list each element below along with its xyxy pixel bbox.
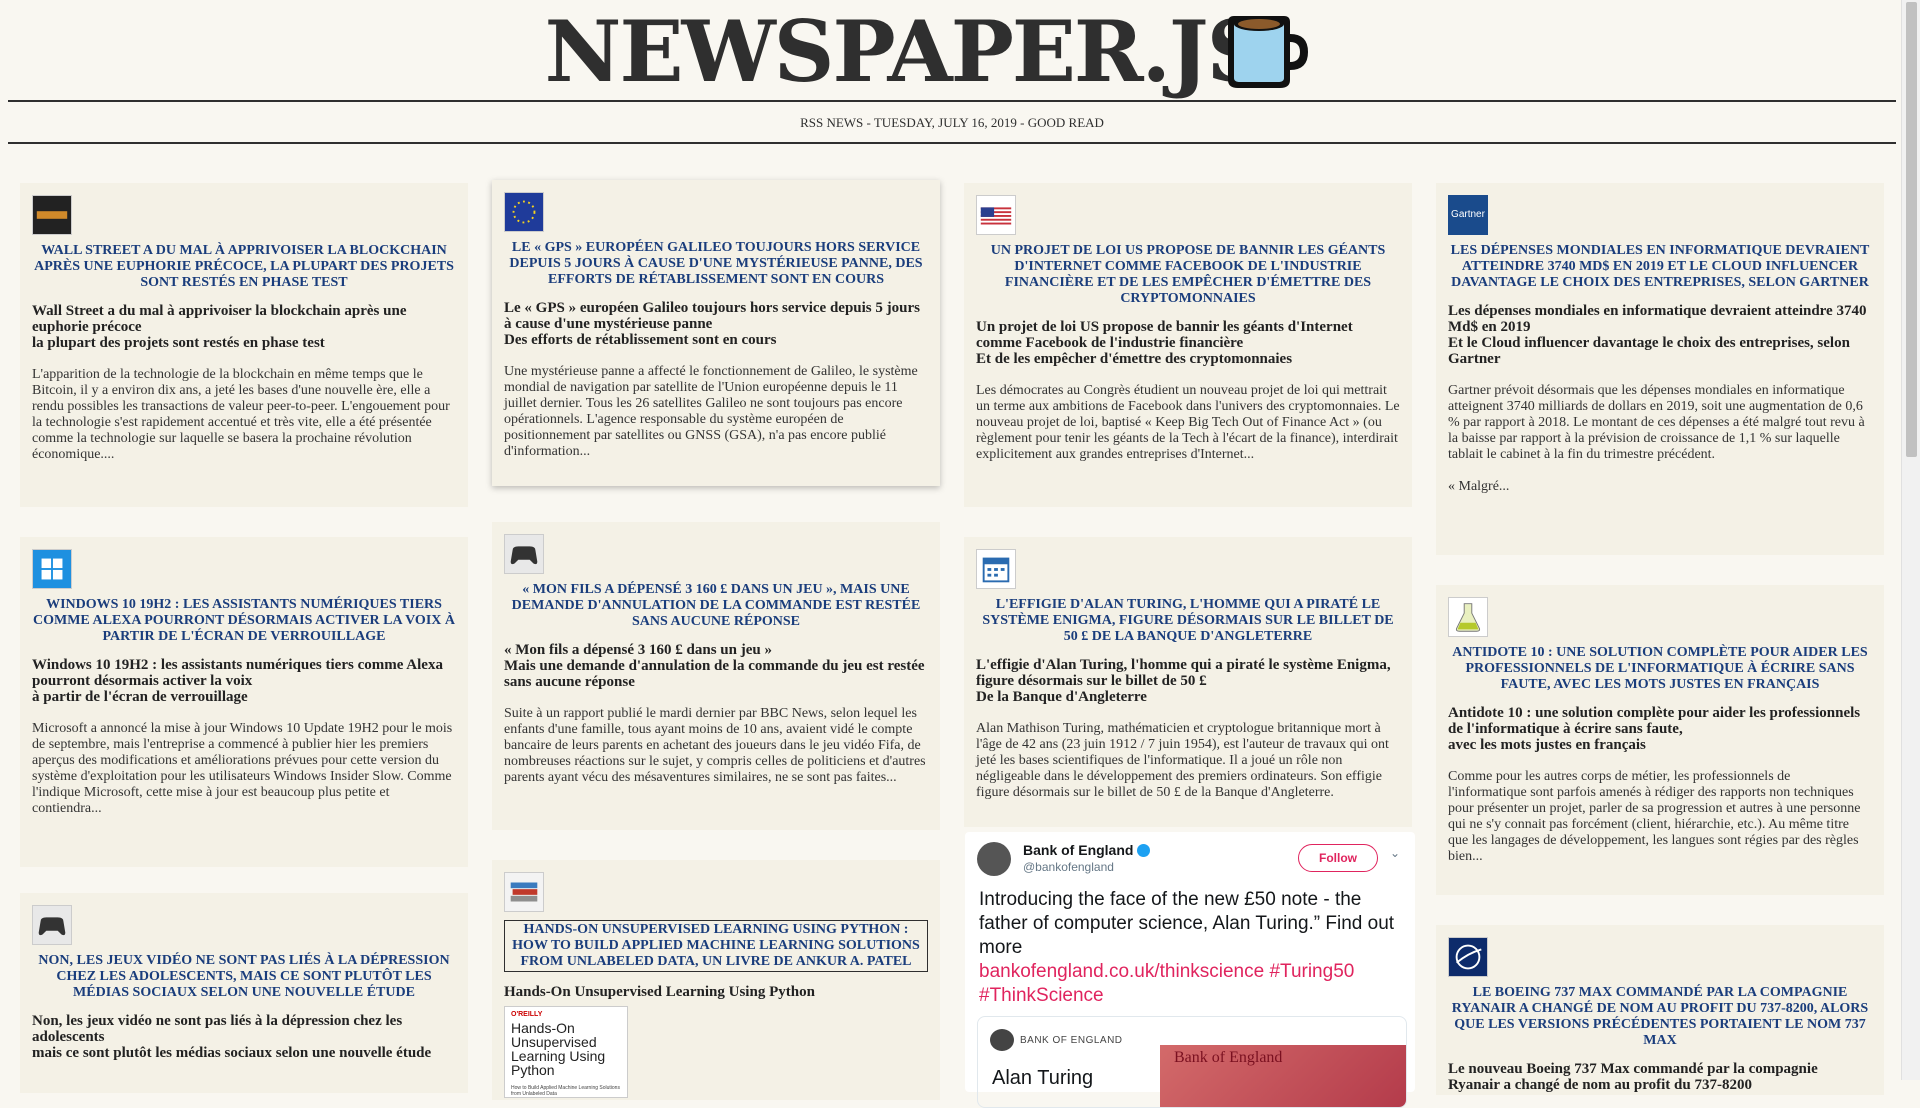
article-card[interactable]: NON, LES JEUX VIDÉO NE SONT PAS LIÉS À L… bbox=[20, 893, 468, 1093]
article-body: Gartner prévoit désormais que les dépens… bbox=[1448, 383, 1865, 462]
article-lead: Wall Street a du mal à apprivoiser la bl… bbox=[32, 303, 407, 351]
avatar[interactable] bbox=[977, 842, 1011, 876]
article-title[interactable]: « MON FILS A DÉPENSÉ 3 160 £ DANS UN JEU… bbox=[504, 582, 928, 630]
article-more: « Malgré... bbox=[1448, 479, 1510, 494]
gamepad-icon bbox=[32, 905, 72, 945]
article-lead: Les dépenses mondiales en informatique d… bbox=[1448, 303, 1867, 367]
book-cover-image: O'REILLY Hands-On Unsupervised Learning … bbox=[504, 1006, 628, 1098]
article-lead: Windows 10 19H2 : les assistants numériq… bbox=[32, 657, 443, 705]
article-lead: « Mon fils a dépensé 3 160 £ dans un jeu… bbox=[504, 642, 925, 690]
eu-flag-icon bbox=[504, 192, 544, 232]
site-title: NEWSPAPER.JS bbox=[544, 2, 1268, 101]
date-line: RSS NEWS - TUESDAY, JULY 16, 2019 - GOOD… bbox=[800, 115, 1104, 130]
us-flag-icon bbox=[976, 195, 1016, 235]
article-lead: Non, les jeux vidéo ne sont pas liés à l… bbox=[32, 1013, 432, 1061]
article-title[interactable]: HANDS-ON UNSUPERVISED LEARNING USING PYT… bbox=[504, 920, 928, 972]
tweet-link-card[interactable]: BANK OF ENGLAND Bank of England Alan Tur… bbox=[977, 1016, 1407, 1108]
article-title[interactable]: L'EFFIGIE D'ALAN TURING, L'HOMME QUI A P… bbox=[976, 597, 1400, 645]
article-title[interactable]: WINDOWS 10 19H2 : LES ASSISTANTS NUMÉRIQ… bbox=[32, 597, 456, 645]
masthead-rule-top bbox=[8, 100, 1896, 102]
article-card[interactable]: HANDS-ON UNSUPERVISED LEARNING USING PYT… bbox=[492, 860, 940, 1100]
article-body: Comme pour les autres corps de métier, l… bbox=[1448, 769, 1861, 864]
article-card[interactable]: Gartner LES DÉPENSES MONDIALES EN INFORM… bbox=[1436, 183, 1884, 555]
article-card[interactable]: L'EFFIGIE D'ALAN TURING, L'HOMME QUI A P… bbox=[964, 537, 1412, 827]
article-card[interactable]: UN PROJET DE LOI US PROPOSE DE BANNIR LE… bbox=[964, 183, 1412, 507]
article-body: Suite à un rapport publié le mardi derni… bbox=[504, 706, 926, 785]
article-title[interactable]: NON, LES JEUX VIDÉO NE SONT PAS LIÉS À L… bbox=[32, 953, 456, 1001]
boeing-logo-icon bbox=[1448, 937, 1488, 977]
tweet-links[interactable]: bankofengland.co.uk/thinkscience #Turing… bbox=[979, 961, 1354, 1006]
article-title[interactable]: LE BOEING 737 MAX COMMANDÉ PAR LA COMPAG… bbox=[1448, 985, 1872, 1049]
article-card[interactable]: WALL STREET A DU MAL À APPRIVOISER LA BL… bbox=[20, 183, 468, 507]
article-card[interactable]: WINDOWS 10 19H2 : LES ASSISTANTS NUMÉRIQ… bbox=[20, 537, 468, 867]
gamepad-icon bbox=[504, 534, 544, 574]
vertical-scrollbar[interactable] bbox=[1901, 0, 1920, 1080]
follow-button[interactable]: Follow bbox=[1298, 844, 1378, 872]
embedded-tweet[interactable]: Bank of England @bankofengland Follow ⌄ … bbox=[965, 832, 1415, 1108]
article-lead: L'effigie d'Alan Turing, l'homme qui a p… bbox=[976, 657, 1391, 705]
article-title[interactable]: LES DÉPENSES MONDIALES EN INFORMATIQUE D… bbox=[1448, 243, 1872, 291]
article-title[interactable]: WALL STREET A DU MAL À APPRIVOISER LA BL… bbox=[32, 243, 456, 291]
tweet-author-name[interactable]: Bank of England bbox=[1023, 842, 1151, 858]
calendar-icon bbox=[976, 549, 1016, 589]
gartner-logo-icon: Gartner bbox=[1448, 195, 1488, 235]
chevron-down-icon[interactable]: ⌄ bbox=[1390, 846, 1400, 860]
article-lead: Le nouveau Boeing 737 Max commandé par l… bbox=[1448, 1061, 1818, 1093]
article-body: Microsoft a annoncé la mise à jour Windo… bbox=[32, 721, 453, 816]
masthead: NEWSPAPER.JS bbox=[0, 0, 1900, 101]
tweet-text: Introducing the face of the new £50 note… bbox=[979, 889, 1395, 1006]
article-card[interactable]: « MON FILS A DÉPENSÉ 3 160 £ DANS UN JEU… bbox=[492, 522, 940, 830]
article-body: Les démocrates au Congrès étudient un no… bbox=[976, 383, 1400, 462]
article-body: Une mystérieuse panne a affecté le fonct… bbox=[504, 364, 918, 459]
coffee-mug-icon bbox=[1228, 16, 1308, 88]
article-body: L'apparition de la technologie de la blo… bbox=[32, 367, 450, 462]
article-body: Alan Mathison Turing, mathématicien et c… bbox=[976, 721, 1389, 800]
banknote-image: Bank of England bbox=[1160, 1045, 1406, 1107]
article-title[interactable]: LE « GPS » EUROPÉEN GALILEO TOUJOURS HOR… bbox=[504, 240, 928, 288]
books-icon bbox=[504, 872, 544, 912]
article-title[interactable]: UN PROJET DE LOI US PROPOSE DE BANNIR LE… bbox=[976, 243, 1400, 307]
bank-of-england-logo-icon bbox=[990, 1029, 1014, 1051]
article-lead: Hands-On Unsupervised Learning Using Pyt… bbox=[504, 984, 815, 1000]
article-card[interactable]: LE BOEING 737 MAX COMMANDÉ PAR LA COMPAG… bbox=[1436, 925, 1884, 1095]
verified-badge-icon bbox=[1137, 844, 1151, 857]
dictionary-flask-icon bbox=[1448, 597, 1488, 637]
windows-logo-icon bbox=[32, 549, 72, 589]
article-card[interactable]: LE « GPS » EUROPÉEN GALILEO TOUJOURS HOR… bbox=[492, 180, 940, 486]
article-lead: Le « GPS » européen Galileo toujours hor… bbox=[504, 300, 920, 348]
tweet-author-handle[interactable]: @bankofengland bbox=[1023, 860, 1114, 874]
tweet-card-source: BANK OF ENGLAND bbox=[1020, 1035, 1123, 1046]
blockchain-icon bbox=[32, 195, 72, 235]
article-lead: Un projet de loi US propose de bannir le… bbox=[976, 319, 1353, 367]
tweet-card-title: Alan Turing bbox=[992, 1067, 1094, 1089]
article-lead: Antidote 10 : une solution complète pour… bbox=[1448, 705, 1861, 753]
article-card[interactable]: ANTIDOTE 10 : UNE SOLUTION COMPLÈTE POUR… bbox=[1436, 585, 1884, 895]
article-title[interactable]: ANTIDOTE 10 : UNE SOLUTION COMPLÈTE POUR… bbox=[1448, 645, 1872, 693]
scrollbar-thumb[interactable] bbox=[1906, 2, 1917, 457]
masthead-rule-bottom bbox=[8, 142, 1896, 144]
